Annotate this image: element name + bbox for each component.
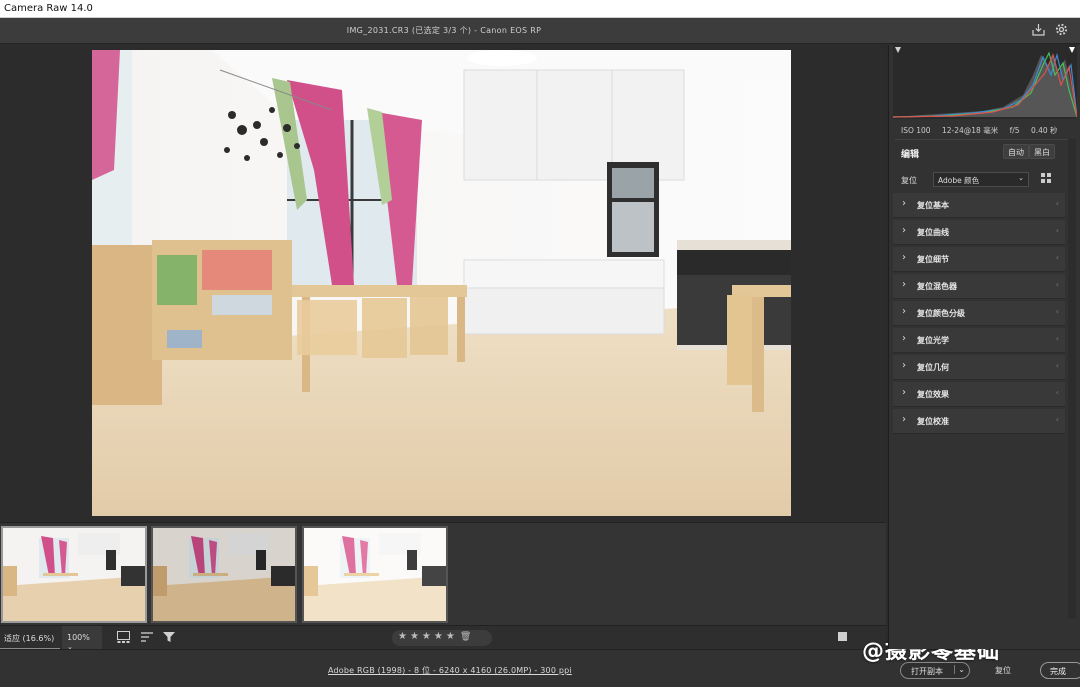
profile-select[interactable]: Adobe 颜色 ⌄: [933, 172, 1029, 187]
chevron-right-icon: ›: [902, 252, 906, 263]
chevron-down-icon: ⌄: [1018, 174, 1024, 182]
chevron-right-icon: ›: [902, 360, 906, 371]
filter-icon[interactable]: [162, 631, 176, 645]
thumbnail-3[interactable]: [302, 526, 448, 623]
star-rating[interactable]: ★★★★★ 🗑: [392, 630, 492, 646]
file-info-label: IMG_2031.CR3 (已选定 3/3 个) - Canon EOS RP: [346, 26, 542, 35]
gear-icon[interactable]: [1054, 23, 1068, 37]
visibility-icon[interactable]: ‹: [1056, 226, 1059, 235]
section-label: 复位光学: [917, 336, 949, 345]
zoom-level-value: 100%: [67, 633, 90, 642]
section-optics[interactable]: › 复位光学 ‹: [893, 328, 1065, 353]
trash-icon[interactable]: 🗑: [460, 632, 471, 642]
visibility-icon[interactable]: ‹: [1056, 253, 1059, 262]
download-icon[interactable]: [1031, 23, 1045, 37]
section-basic[interactable]: › 复位基本 ‹: [893, 193, 1065, 218]
visibility-icon[interactable]: ‹: [1056, 361, 1059, 370]
section-label: 复位几何: [917, 363, 949, 372]
section-label: 复位基本: [917, 201, 949, 210]
zoom-fit-button[interactable]: 适应 (16.6%): [0, 626, 60, 650]
image-canvas[interactable]: [0, 45, 886, 522]
panel-scrollbar[interactable]: [1068, 139, 1076, 619]
section-curve[interactable]: › 复位曲线 ‹: [893, 220, 1065, 245]
section-detail[interactable]: › 复位细节 ‹: [893, 247, 1065, 272]
chevron-right-icon: ›: [902, 225, 906, 236]
exif-iso: ISO 100: [901, 126, 931, 135]
section-label: 复位细节: [917, 255, 949, 264]
main-photo: [92, 50, 791, 516]
workflow-options-link[interactable]: Adobe RGB (1998) - 8 位 - 6240 x 4160 (26…: [328, 665, 572, 676]
chevron-down-icon[interactable]: ⌄: [954, 665, 965, 674]
chevron-right-icon: ›: [902, 279, 906, 290]
section-geometry[interactable]: › 复位几何 ‹: [893, 355, 1065, 380]
visibility-icon[interactable]: ‹: [1056, 415, 1059, 424]
top-info-bar: IMG_2031.CR3 (已选定 3/3 个) - Canon EOS RP: [0, 18, 1080, 44]
black-white-button[interactable]: 黑白: [1029, 144, 1055, 159]
chevron-right-icon: ›: [902, 387, 906, 398]
visibility-icon[interactable]: ‹: [1056, 388, 1059, 397]
chevron-right-icon: ›: [902, 306, 906, 317]
profile-value: Adobe 颜色: [938, 176, 980, 185]
filmstrip-view-icon[interactable]: [116, 631, 130, 645]
section-label: 复位效果: [917, 390, 949, 399]
visibility-icon[interactable]: ‹: [1056, 199, 1059, 208]
exif-aperture: f/5: [1009, 126, 1020, 135]
window-titlebar: Camera Raw 14.0: [0, 0, 1080, 18]
bottom-toolbar: 适应 (16.6%) 100% ⌄ ★★★★★ 🗑: [0, 625, 886, 651]
exif-info: ISO 100 12-24@18 毫米 f/5 0.40 秒: [889, 123, 1080, 139]
section-mixer[interactable]: › 复位混色器 ‹: [893, 274, 1065, 299]
chevron-right-icon: ›: [902, 333, 906, 344]
profile-browser-icon[interactable]: [1041, 173, 1052, 187]
sort-icon[interactable]: [140, 631, 154, 645]
visibility-icon[interactable]: ‹: [1056, 307, 1059, 316]
section-calibration[interactable]: › 复位校准 ‹: [893, 409, 1065, 434]
chevron-right-icon: ›: [902, 414, 906, 425]
open-copy-label: 打开副本: [911, 667, 943, 676]
zoom-level-select[interactable]: 100% ⌄: [62, 626, 102, 651]
auto-button[interactable]: 自动: [1003, 144, 1029, 159]
profile-label: 复位: [901, 176, 917, 185]
done-button[interactable]: 完成: [1040, 662, 1080, 679]
star-rating-stars: ★★★★★: [398, 631, 458, 642]
section-label: 复位混色器: [917, 282, 957, 291]
exif-shutter: 0.40 秒: [1030, 126, 1058, 135]
exif-focal: 12-24@18 毫米: [941, 126, 999, 135]
reset-button[interactable]: 复位: [995, 665, 1011, 676]
thumbnail-2[interactable]: [151, 526, 297, 623]
histogram: [892, 45, 1078, 119]
edit-panel: ISO 100 12-24@18 毫米 f/5 0.40 秒 编辑 自动 黑白 …: [888, 45, 1080, 649]
thumbnail-1[interactable]: [1, 526, 147, 623]
panel-divider: [895, 139, 1075, 140]
filmstrip: [0, 522, 886, 625]
window-title: Camera Raw 14.0: [4, 3, 93, 14]
section-label: 复位校准: [917, 417, 949, 426]
visibility-icon[interactable]: ‹: [1056, 280, 1059, 289]
section-color-grading[interactable]: › 复位颜色分级 ‹: [893, 301, 1065, 326]
fullscreen-icon[interactable]: [835, 631, 849, 645]
section-effects[interactable]: › 复位效果 ‹: [893, 382, 1065, 407]
chevron-right-icon: ›: [902, 198, 906, 209]
section-label: 复位曲线: [917, 228, 949, 237]
visibility-icon[interactable]: ‹: [1056, 334, 1059, 343]
section-label: 复位颜色分级: [917, 309, 965, 318]
edit-heading: 编辑: [901, 150, 920, 160]
